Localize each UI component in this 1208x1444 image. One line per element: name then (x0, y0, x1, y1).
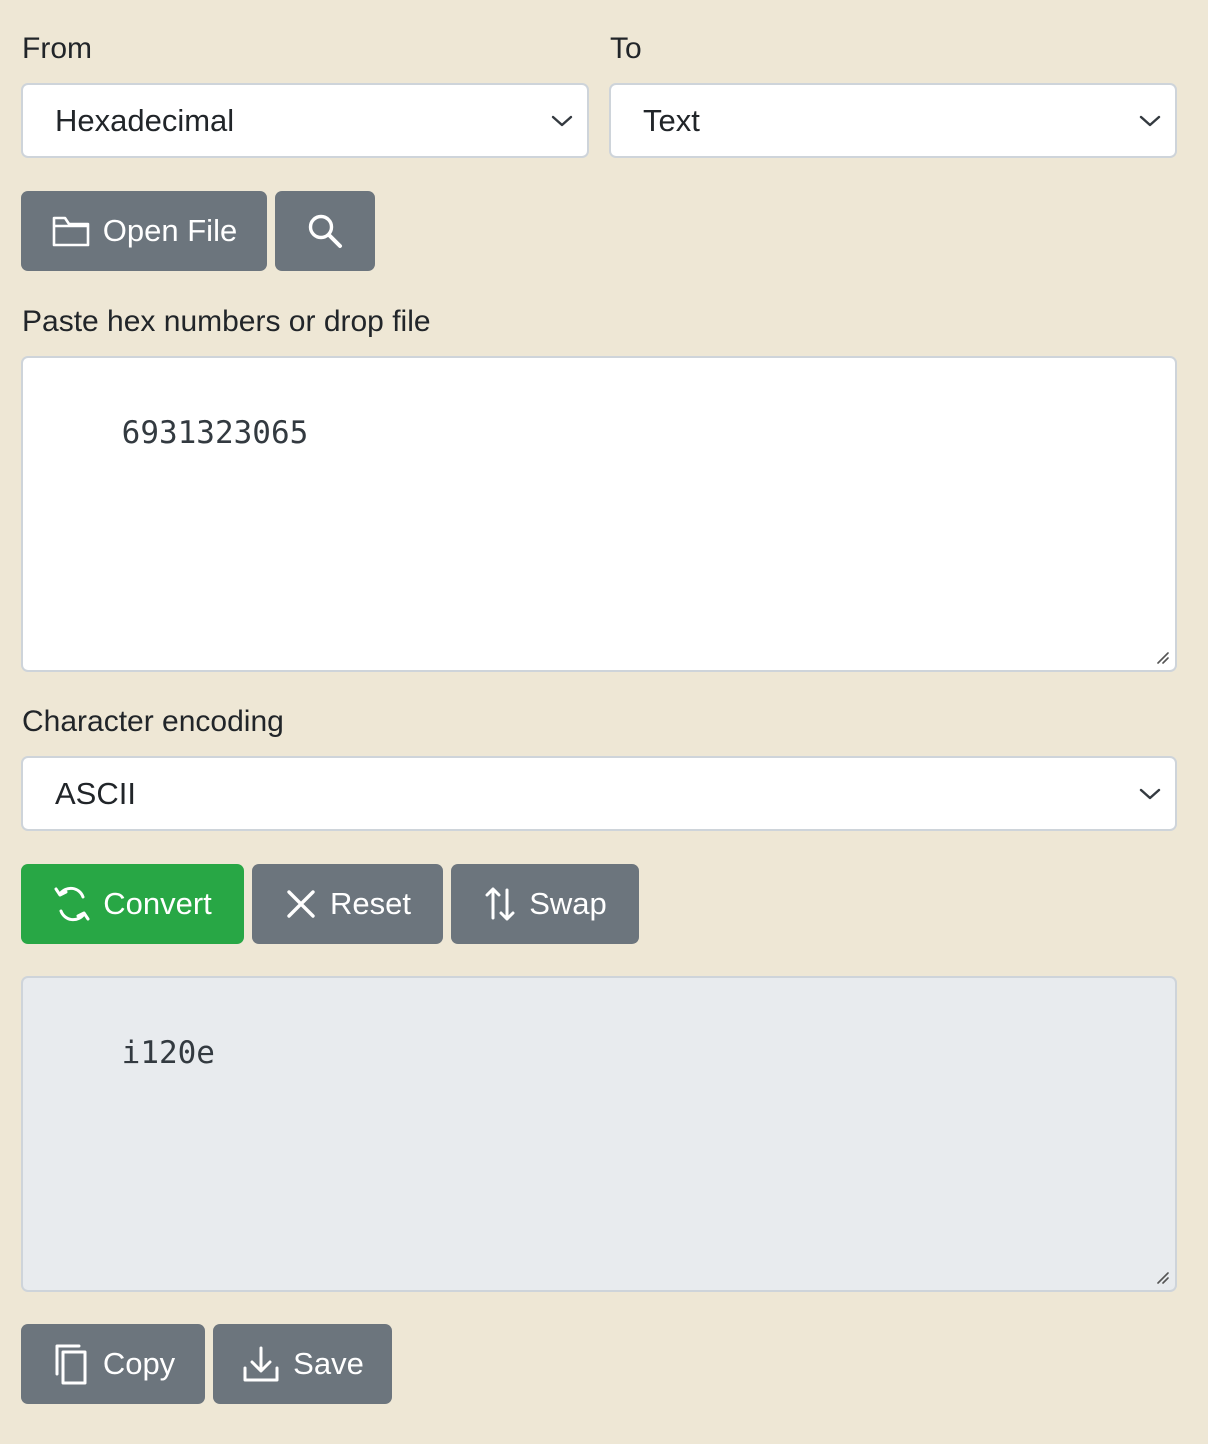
close-icon (284, 887, 318, 921)
search-button[interactable] (275, 191, 375, 271)
copy-button[interactable]: Copy (21, 1324, 205, 1404)
download-icon (241, 1344, 281, 1384)
resize-grip-icon[interactable] (1155, 650, 1169, 664)
from-selected-value: Hexadecimal (55, 102, 235, 138)
encoding-select[interactable]: ASCII (21, 756, 1177, 831)
text-output-textarea[interactable]: i120e (21, 976, 1177, 1292)
copy-label: Copy (102, 1346, 176, 1381)
encoding-label: Character encoding (22, 705, 284, 738)
open-file-button[interactable]: Open File (21, 191, 267, 271)
to-label: To (610, 32, 642, 65)
resize-grip-icon[interactable] (1155, 1270, 1169, 1284)
converter-form: From Hexadecimal To Text Open File Paste… (0, 0, 1208, 1444)
encoding-selected-value: ASCII (55, 775, 136, 811)
open-file-label: Open File (102, 213, 238, 248)
chevron-down-icon (1139, 788, 1161, 799)
text-output-value: i120e (121, 1035, 215, 1071)
convert-button[interactable]: Convert (21, 864, 244, 944)
swap-label: Swap (529, 886, 607, 921)
input-label: Paste hex numbers or drop file (22, 305, 431, 338)
folder-icon (51, 214, 91, 248)
copy-icon (51, 1342, 91, 1386)
reset-button[interactable]: Reset (252, 864, 443, 944)
convert-label: Convert (103, 886, 212, 921)
to-select[interactable]: Text (609, 83, 1177, 158)
search-icon (306, 212, 344, 250)
from-select[interactable]: Hexadecimal (21, 83, 589, 158)
swap-button[interactable]: Swap (451, 864, 639, 944)
chevron-down-icon (1139, 115, 1161, 126)
swap-arrows-icon (483, 884, 517, 924)
from-label: From (22, 32, 92, 65)
reset-label: Reset (330, 886, 411, 921)
save-label: Save (293, 1346, 364, 1381)
refresh-icon (53, 883, 91, 925)
save-button[interactable]: Save (213, 1324, 392, 1404)
hex-input-value: 6931323065 (121, 415, 309, 451)
to-selected-value: Text (643, 102, 700, 138)
chevron-down-icon (551, 115, 573, 126)
hex-input-textarea[interactable]: 6931323065 (21, 356, 1177, 672)
